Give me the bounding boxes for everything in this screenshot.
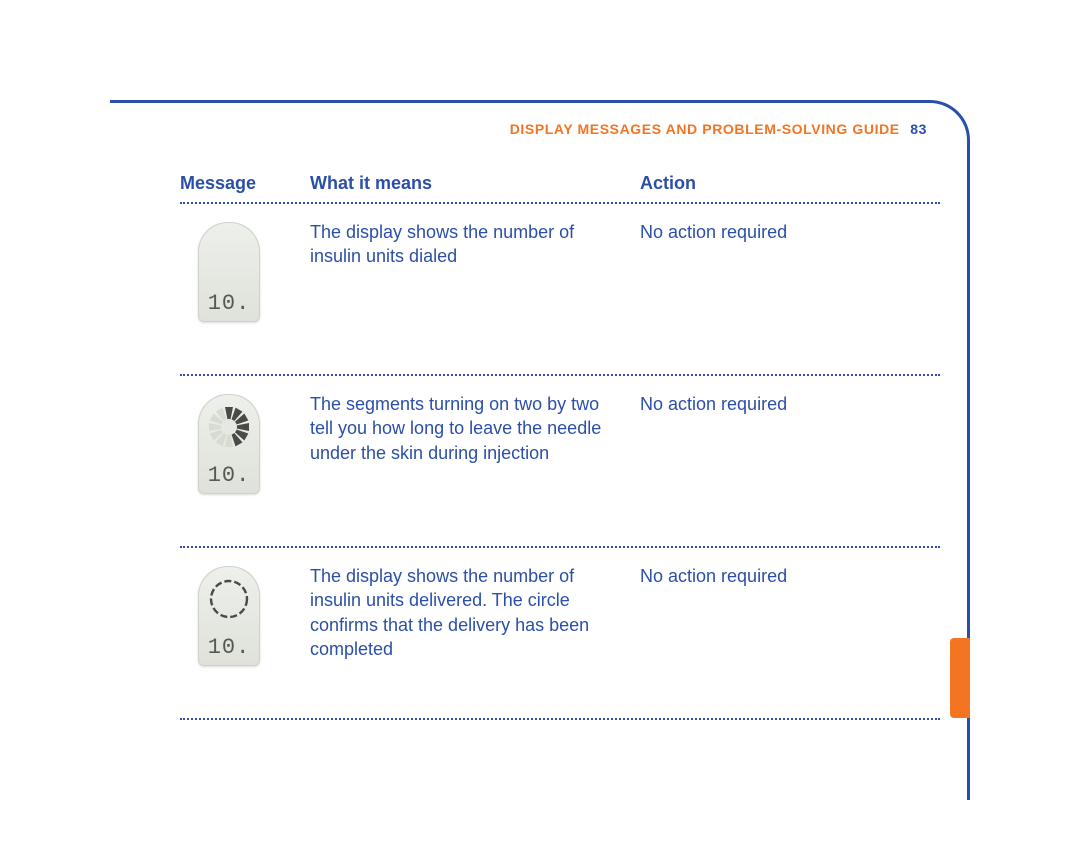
table-row: 10. The display shows the number of insu… — [180, 216, 940, 366]
device-readout: 10. — [198, 463, 260, 488]
page-number: 83 — [910, 121, 927, 137]
col-header-message: Message — [180, 173, 310, 194]
col-header-action: Action — [640, 173, 940, 194]
message-cell: 10. — [180, 392, 310, 494]
table-header-row: Message What it means Action — [180, 173, 940, 194]
device-readout: 10. — [198, 635, 260, 660]
table-row: 10. The segments turning on two by two t… — [180, 388, 940, 538]
content-area: Message What it means Action 10. The dis… — [180, 173, 940, 732]
device-readout: 10. — [198, 291, 260, 316]
meaning-cell: The segments turning on two by two tell … — [310, 392, 640, 465]
message-cell: 10. — [180, 564, 310, 666]
device-display-icon: 10. — [198, 222, 260, 322]
message-cell: 10. — [180, 220, 310, 322]
action-cell: No action required — [640, 220, 940, 244]
thumb-tab — [950, 638, 970, 718]
row-divider — [180, 202, 940, 204]
table-row: 10. The display shows the number of insu… — [180, 560, 940, 710]
section-title: DISPLAY MESSAGES AND PROBLEM-SOLVING GUI… — [510, 121, 900, 137]
col-header-meaning: What it means — [310, 173, 640, 194]
device-complete-icon: 10. — [198, 566, 260, 666]
row-divider — [180, 546, 940, 548]
meaning-cell: The display shows the number of insulin … — [310, 564, 640, 661]
row-divider — [180, 374, 940, 376]
manual-page: DISPLAY MESSAGES AND PROBLEM-SOLVING GUI… — [110, 100, 970, 800]
action-cell: No action required — [640, 564, 940, 588]
completion-circle-icon — [206, 576, 252, 622]
action-cell: No action required — [640, 392, 940, 416]
meaning-cell: The display shows the number of insulin … — [310, 220, 640, 269]
row-divider — [180, 718, 940, 720]
running-head: DISPLAY MESSAGES AND PROBLEM-SOLVING GUI… — [510, 121, 927, 137]
device-segments-icon: 10. — [198, 394, 260, 494]
segment-ring-icon — [206, 404, 252, 450]
